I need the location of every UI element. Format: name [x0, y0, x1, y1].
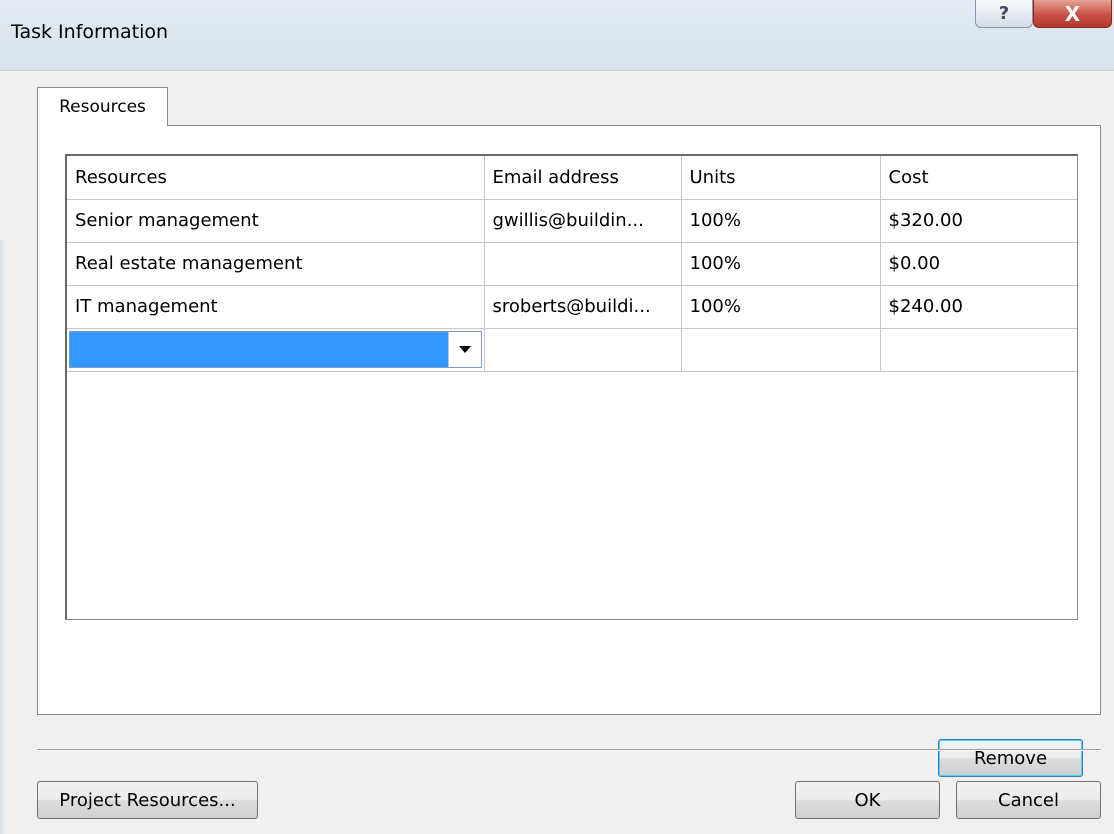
cost-cell[interactable]: $320.00: [880, 199, 1077, 243]
cost-cell[interactable]: [880, 328, 1077, 372]
remove-button[interactable]: Remove: [938, 739, 1083, 777]
table-row[interactable]: IT management sroberts@buildi... 100% $2…: [67, 285, 1077, 329]
table-header-row: Resources Email address Units Cost: [67, 156, 1077, 200]
close-icon: X: [1064, 1, 1081, 26]
column-header-resources[interactable]: Resources: [67, 156, 485, 200]
units-cell[interactable]: [681, 328, 881, 372]
resource-cell[interactable]: Real estate management: [67, 242, 485, 286]
tab-resources[interactable]: Resources: [37, 87, 168, 126]
column-header-email[interactable]: Email address: [484, 156, 682, 200]
cost-cell[interactable]: $240.00: [880, 285, 1077, 329]
title-separator: [0, 70, 1114, 71]
cost-cell[interactable]: $0.00: [880, 242, 1077, 286]
project-resources-button[interactable]: Project Resources...: [37, 781, 258, 819]
email-cell[interactable]: [484, 328, 682, 372]
chevron-down-icon: [458, 346, 471, 353]
resources-grid[interactable]: Resources Email address Units Cost Senio…: [65, 154, 1078, 620]
email-cell[interactable]: sroberts@buildi...: [484, 285, 682, 329]
table-row[interactable]: Senior management gwillis@buildin... 100…: [67, 199, 1077, 243]
cancel-button[interactable]: Cancel: [956, 781, 1101, 819]
ok-button[interactable]: OK: [795, 781, 940, 819]
close-button[interactable]: X: [1033, 0, 1112, 28]
units-cell[interactable]: 100%: [681, 285, 881, 329]
tab-label: Resources: [59, 97, 146, 117]
email-cell[interactable]: gwillis@buildin...: [484, 199, 682, 243]
resource-cell[interactable]: Senior management: [67, 199, 485, 243]
units-cell[interactable]: 100%: [681, 242, 881, 286]
new-resource-row[interactable]: [67, 328, 1077, 372]
dialog-title: Task Information: [11, 21, 169, 43]
resource-dropdown-value[interactable]: [70, 332, 448, 367]
dropdown-button[interactable]: [447, 332, 481, 367]
help-button[interactable]: ?: [975, 0, 1033, 28]
resource-cell[interactable]: IT management: [67, 285, 485, 329]
units-cell[interactable]: 100%: [681, 199, 881, 243]
column-header-cost[interactable]: Cost: [880, 156, 1077, 200]
resources-table: Resources Email address Units Cost Senio…: [67, 156, 1077, 372]
footer-separator: [37, 749, 1101, 750]
help-icon: ?: [998, 3, 1010, 24]
new-resource-cell[interactable]: [67, 328, 485, 372]
resource-dropdown[interactable]: [69, 331, 482, 368]
window-left-border: [0, 240, 6, 834]
title-bar: Task Information: [0, 0, 1114, 70]
column-header-units[interactable]: Units: [681, 156, 881, 200]
table-row[interactable]: Real estate management 100% $0.00: [67, 242, 1077, 286]
email-cell[interactable]: [484, 242, 682, 286]
